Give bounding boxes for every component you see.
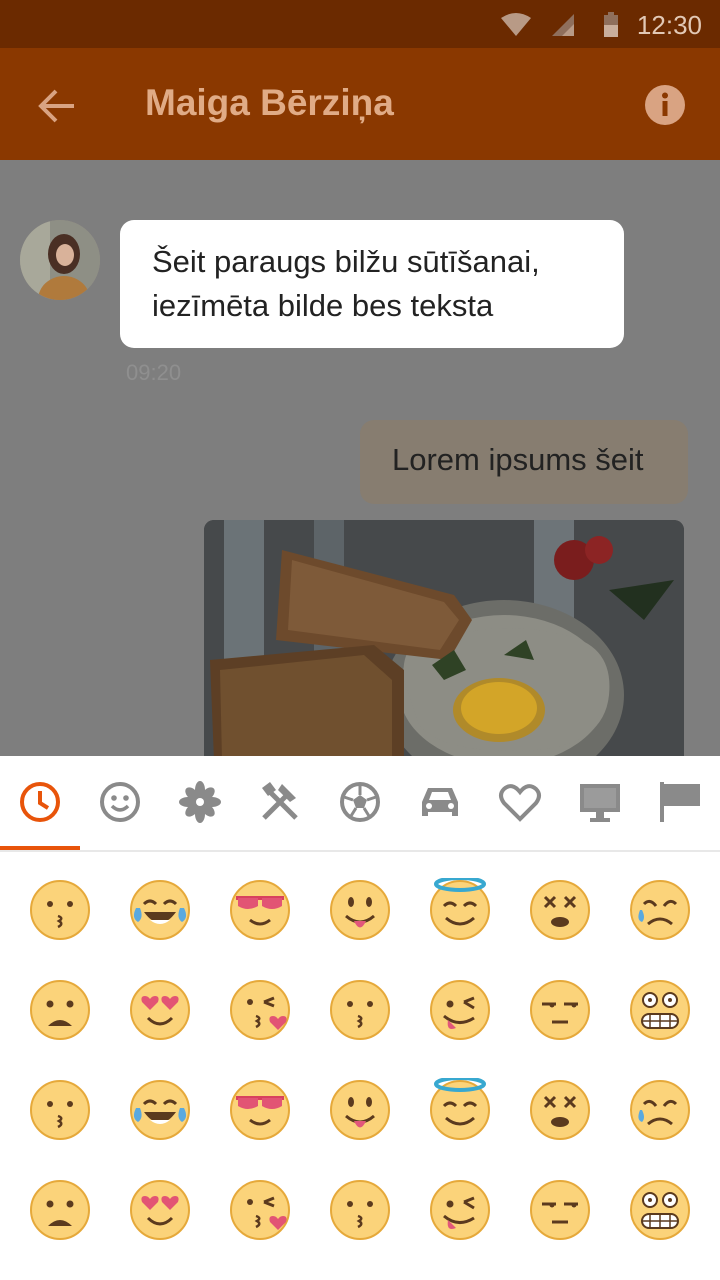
unamused-face-icon[interactable]: [528, 1178, 592, 1242]
recent-icon[interactable]: [16, 778, 64, 826]
flower-icon[interactable]: [176, 778, 224, 826]
emoji-panel: [0, 756, 720, 1280]
incoming-message-line-2: iezīmēta bilde bes teksta: [152, 288, 494, 323]
kissing-heart-face-icon[interactable]: [228, 1178, 292, 1242]
avatar[interactable]: [20, 220, 100, 300]
flag-icon[interactable]: [656, 778, 704, 826]
smiley-icon[interactable]: [96, 778, 144, 826]
heart-eyes-face-icon[interactable]: [128, 1178, 192, 1242]
back-arrow-icon[interactable]: [30, 80, 82, 132]
info-icon[interactable]: [644, 84, 686, 126]
food-icon[interactable]: [256, 778, 304, 826]
joy-face-icon[interactable]: [128, 878, 192, 942]
dizzy-face-icon[interactable]: [528, 1078, 592, 1142]
incoming-message-bubble[interactable]: Šeit paraugs bilžu sūtīšanai, iezīmēta b…: [120, 220, 624, 348]
incoming-message-line-1: Šeit paraugs bilžu sūtīšanai,: [152, 244, 540, 279]
message-timestamp: 09:20: [126, 360, 182, 385]
outgoing-message-bubble[interactable]: Lorem ipsums šeit: [360, 420, 688, 504]
kissing-face-icon[interactable]: [328, 978, 392, 1042]
unamused-face-icon[interactable]: [528, 978, 592, 1042]
kissing-heart-face-icon[interactable]: [228, 978, 292, 1042]
kissing-face-icon[interactable]: [28, 1078, 92, 1142]
signal-icon: [552, 14, 574, 36]
status-time: 12:30: [636, 10, 702, 40]
wifi-icon: [501, 13, 531, 36]
car-icon[interactable]: [416, 778, 464, 826]
kissing-face-icon[interactable]: [28, 878, 92, 942]
conversation-title: Maiga Bērziņa: [145, 82, 394, 123]
grimacing-face-icon[interactable]: [628, 978, 692, 1042]
sunglasses-face-icon[interactable]: [228, 1078, 292, 1142]
dizzy-face-icon[interactable]: [528, 878, 592, 942]
halo-face-icon[interactable]: [428, 1078, 492, 1142]
emoji-grid: [0, 850, 720, 1280]
outgoing-message-text: Lorem ipsums šeit: [392, 442, 644, 477]
computer-icon[interactable]: [576, 778, 624, 826]
sad-sweat-face-icon[interactable]: [628, 1078, 692, 1142]
app-bar: Maiga Bērziņa: [0, 48, 720, 160]
status-bar: 12:30: [0, 0, 720, 48]
grimacing-face-icon[interactable]: [628, 1178, 692, 1242]
joy-face-icon[interactable]: [128, 1078, 192, 1142]
tongue-face-icon[interactable]: [328, 878, 392, 942]
heart-icon[interactable]: [496, 778, 544, 826]
frowning-face-icon[interactable]: [28, 1178, 92, 1242]
sunglasses-face-icon[interactable]: [228, 878, 292, 942]
wink-tongue-face-icon[interactable]: [428, 978, 492, 1042]
heart-eyes-face-icon[interactable]: [128, 978, 192, 1042]
battery-icon: [604, 12, 618, 37]
sent-photo[interactable]: [204, 520, 684, 756]
sports-icon[interactable]: [336, 778, 384, 826]
wink-tongue-face-icon[interactable]: [428, 1178, 492, 1242]
chat-area[interactable]: Šeit paraugs bilžu sūtīšanai, iezīmēta b…: [0, 160, 720, 756]
frowning-face-icon[interactable]: [28, 978, 92, 1042]
halo-face-icon[interactable]: [428, 878, 492, 942]
emoji-category-tabs: [0, 756, 720, 852]
sad-sweat-face-icon[interactable]: [628, 878, 692, 942]
tongue-face-icon[interactable]: [328, 1078, 392, 1142]
kissing-face-icon[interactable]: [328, 1178, 392, 1242]
